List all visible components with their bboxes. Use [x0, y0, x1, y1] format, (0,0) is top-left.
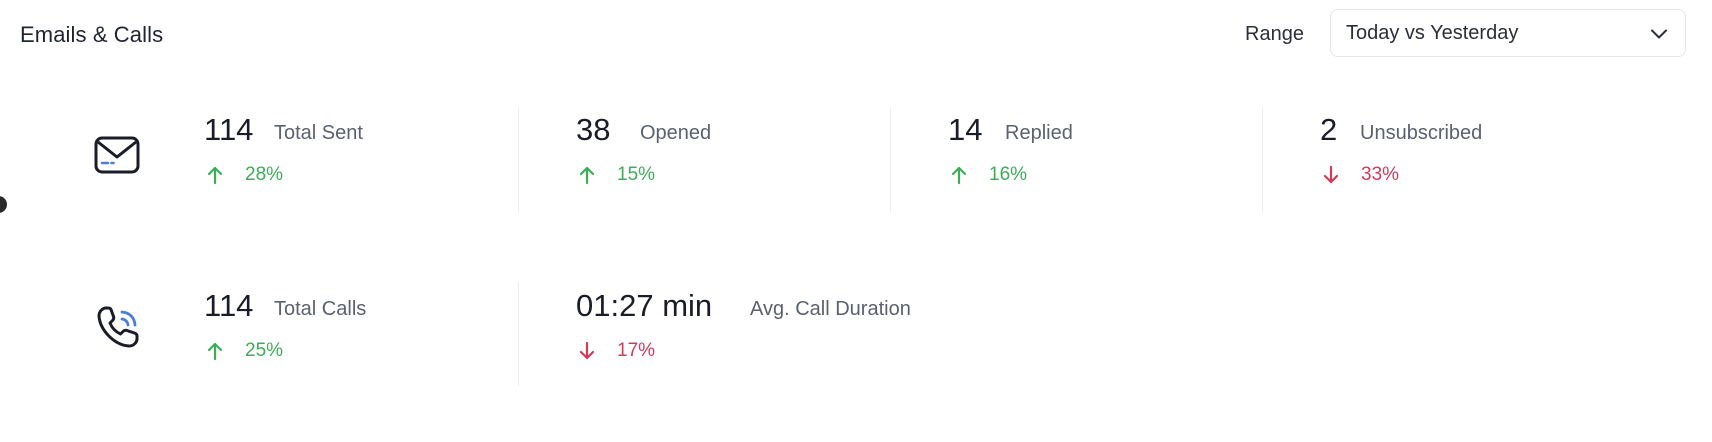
- chevron-down-icon: [1651, 29, 1667, 39]
- arrow-up-icon: [207, 166, 223, 185]
- metric-value: 114: [204, 112, 254, 147]
- metric-change: 16%: [948, 164, 1027, 186]
- metric-label: Opened: [640, 122, 712, 144]
- arrow-up-icon: [579, 166, 595, 185]
- metric-label: Avg. Call Duration: [750, 298, 911, 320]
- metric-change-value: 28%: [245, 164, 284, 185]
- metric-label: Total Sent: [274, 122, 363, 144]
- divider: [890, 108, 891, 212]
- metric-label: Unsubscribed: [1360, 122, 1483, 144]
- phone-ringing-icon: [97, 306, 139, 348]
- metric-value: 2: [1320, 112, 1338, 147]
- metric-value: 38: [576, 112, 611, 147]
- edge-handle[interactable]: [0, 196, 7, 213]
- metric-change-value: 16%: [989, 164, 1028, 185]
- arrow-down-icon: [1323, 165, 1339, 184]
- divider: [1262, 108, 1263, 212]
- metric-label: Replied: [1005, 122, 1073, 144]
- arrow-down-icon: [579, 341, 595, 360]
- metric-value: 14: [948, 112, 983, 147]
- range-label: Range: [1245, 23, 1304, 45]
- metric-change: 17%: [576, 340, 655, 362]
- metric-value: 114: [204, 288, 254, 323]
- metric-value: 01:27 min: [576, 288, 713, 323]
- divider: [518, 282, 519, 386]
- arrow-up-icon: [951, 166, 967, 185]
- metric-change: 28%: [204, 164, 283, 186]
- emails-calls-panel: Emails & Calls Range Today vs Yesterday …: [0, 0, 1712, 442]
- panel-title: Emails & Calls: [20, 22, 164, 47]
- range-select-value: Today vs Yesterday: [1346, 22, 1519, 44]
- metric-change-value: 17%: [617, 340, 656, 361]
- metric-change-value: 25%: [245, 340, 284, 361]
- metric-change-value: 33%: [1361, 164, 1400, 185]
- metric-change: 33%: [1320, 164, 1399, 186]
- divider: [518, 108, 519, 212]
- metric-change-value: 15%: [617, 164, 656, 185]
- arrow-up-icon: [207, 342, 223, 361]
- metric-change: 15%: [576, 164, 655, 186]
- metric-label: Total Calls: [274, 298, 367, 320]
- range-select[interactable]: Today vs Yesterday: [1330, 9, 1686, 57]
- metric-change: 25%: [204, 340, 283, 362]
- envelope-icon: [94, 136, 140, 174]
